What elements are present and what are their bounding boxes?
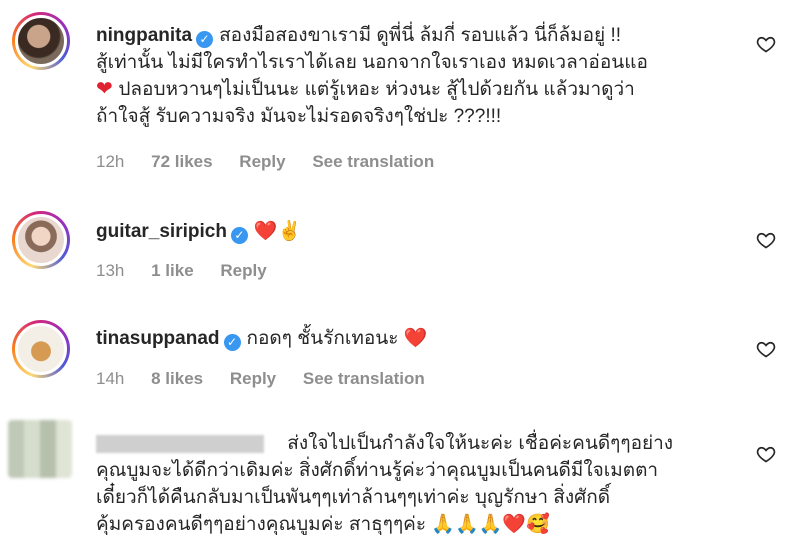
timestamp: 12h xyxy=(96,152,125,171)
likes-count[interactable]: 1 like xyxy=(151,261,194,280)
comment-meta: 14h 8 likes Reply See translation xyxy=(96,369,447,389)
username[interactable]: guitar_siripich xyxy=(96,221,227,242)
comment-meta: 12h 72 likes Reply See translation xyxy=(96,152,456,172)
comment-text-line: ❤ ปลอบหวานๆไม่เป็นนะ แต่รู้เหอะ ห่วงนะ ส… xyxy=(96,78,635,100)
verified-badge-icon: ✓ xyxy=(230,227,248,244)
comment-text: ❤️✌️ xyxy=(253,221,302,242)
see-translation-button[interactable]: See translation xyxy=(303,369,425,388)
comment-text-line: คุณบูมจะได้ดีกว่าเดิมค่ะ สิ่งศักดิ์ท่านร… xyxy=(96,460,659,481)
timestamp: 14h xyxy=(96,369,125,388)
timestamp: 13h xyxy=(96,261,125,280)
see-translation-button[interactable]: See translation xyxy=(312,152,434,171)
likes-count[interactable]: 8 likes xyxy=(151,369,203,388)
avatar[interactable] xyxy=(12,320,70,378)
likes-count[interactable]: 72 likes xyxy=(151,152,212,171)
username-redacted xyxy=(96,434,264,453)
comment-meta: 13h 1 like Reply xyxy=(96,261,289,281)
heart-outline-icon[interactable] xyxy=(756,230,776,250)
reply-button[interactable]: Reply xyxy=(230,369,276,388)
verified-badge-icon: ✓ xyxy=(196,31,214,48)
heart-outline-icon[interactable] xyxy=(756,339,776,359)
comment-text-line: เดี๋ยวก็ได้คืนกลับมาเป็นพันๆๆเท่าล้านๆๆเ… xyxy=(96,487,611,508)
avatar[interactable] xyxy=(8,420,72,478)
comment-text: กอดๆ ชั้นรักเทอนะ ❤️ xyxy=(246,328,428,349)
avatar[interactable] xyxy=(12,211,70,269)
comment-text-line: สู้เท่านั้น ไม่มีใครทำไรเราได้เลย นอกจาก… xyxy=(96,52,648,73)
username[interactable]: tinasuppanad xyxy=(96,328,220,349)
username[interactable]: ningpanita xyxy=(96,25,192,46)
reply-button[interactable]: Reply xyxy=(220,261,266,280)
avatar[interactable] xyxy=(12,12,70,70)
verified-badge-icon: ✓ xyxy=(223,334,241,351)
reply-button[interactable]: Reply xyxy=(239,152,285,171)
comment-text-line: คุ้มครองคนดีๆๆอย่างคุณบูมค่ะ สาธุๆๆค่ะ 🙏… xyxy=(96,514,550,535)
heart-outline-icon[interactable] xyxy=(756,444,776,464)
comment-text-line: สองมือสองขาเรามี ดูพี่นี่ ล้มกี่ รอบแล้ว… xyxy=(219,25,622,46)
heart-emoji-icon: ❤ xyxy=(96,78,119,100)
comment-text-line: ส่งใจไปเป็นกำลังใจให้นะค่ะ เชื่อค่ะคนดีๆ… xyxy=(287,433,674,454)
heart-outline-icon[interactable] xyxy=(756,34,776,54)
comment-text-line: ถ้าใจสู้ รับความจริง มันจะไม่รอดจริงๆใช่… xyxy=(96,106,502,127)
